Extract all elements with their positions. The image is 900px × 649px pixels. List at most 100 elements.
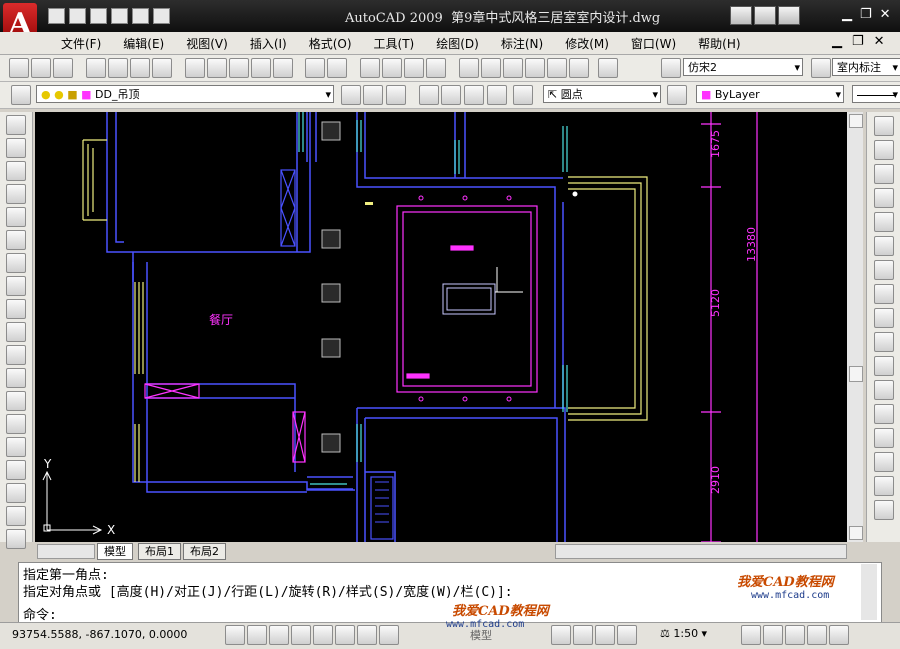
region-icon[interactable] bbox=[6, 483, 26, 503]
auto-scale-icon[interactable] bbox=[763, 625, 783, 645]
undo-icon[interactable] bbox=[132, 8, 149, 24]
minimize-icon[interactable]: ▁ bbox=[842, 7, 852, 22]
cut-icon[interactable] bbox=[184, 58, 205, 78]
redo-icon[interactable] bbox=[153, 8, 170, 24]
erase-icon[interactable] bbox=[874, 116, 894, 136]
block-editor-icon[interactable] bbox=[272, 58, 293, 78]
open-file-icon[interactable] bbox=[69, 8, 86, 24]
tab-model[interactable]: 模型 bbox=[97, 543, 133, 560]
object-snap-tracking-icon[interactable] bbox=[335, 625, 355, 645]
command-scrollbar[interactable] bbox=[861, 564, 877, 620]
ortho-mode-icon[interactable] bbox=[269, 625, 289, 645]
lineweight-select[interactable] bbox=[852, 85, 900, 104]
leader-add-icon[interactable] bbox=[464, 85, 484, 105]
construction-line-icon[interactable] bbox=[6, 138, 26, 158]
command-prompt[interactable]: 命令: bbox=[23, 604, 57, 623]
markup-icon[interactable] bbox=[547, 58, 568, 78]
calculator-icon[interactable] bbox=[569, 58, 590, 78]
3d-dwf-icon[interactable] bbox=[151, 58, 172, 78]
favorites-star-icon[interactable] bbox=[778, 6, 800, 25]
workspace-switching-icon[interactable] bbox=[785, 625, 805, 645]
doc-close-icon[interactable]: ✕ bbox=[874, 34, 885, 49]
make-current-layer-icon[interactable] bbox=[341, 85, 361, 105]
break-icon[interactable] bbox=[874, 404, 894, 424]
extend-icon[interactable] bbox=[874, 356, 894, 376]
object-snap-icon[interactable] bbox=[313, 625, 333, 645]
polyline-icon[interactable] bbox=[6, 161, 26, 181]
text-style-select[interactable]: 仿宋2 bbox=[683, 58, 803, 77]
zoom-status-icon[interactable] bbox=[573, 625, 593, 645]
scroll-up-icon[interactable] bbox=[849, 114, 863, 128]
menu-insert[interactable]: 插入(I) bbox=[239, 35, 298, 52]
dim-style-icon[interactable] bbox=[811, 58, 831, 78]
scroll-thumb[interactable] bbox=[849, 366, 863, 382]
scale-icon[interactable] bbox=[874, 284, 894, 304]
table-icon[interactable] bbox=[6, 506, 26, 526]
array-icon[interactable] bbox=[874, 212, 894, 232]
fillet-icon[interactable] bbox=[874, 476, 894, 496]
menu-view[interactable]: 视图(V) bbox=[175, 35, 239, 52]
steering-wheel-icon[interactable] bbox=[595, 625, 615, 645]
move-icon[interactable] bbox=[874, 236, 894, 256]
layer-previous-icon[interactable] bbox=[363, 85, 383, 105]
help-icon[interactable] bbox=[597, 58, 618, 78]
open-icon[interactable] bbox=[31, 58, 51, 78]
pan-icon[interactable] bbox=[360, 58, 381, 78]
horizontal-scrollbar[interactable] bbox=[555, 544, 847, 559]
copy-object-icon[interactable] bbox=[874, 140, 894, 160]
clean-screen-icon[interactable] bbox=[829, 625, 849, 645]
offset-icon[interactable] bbox=[874, 188, 894, 208]
menu-window[interactable]: 窗口(W) bbox=[620, 35, 687, 52]
text-style-icon[interactable] bbox=[661, 58, 681, 78]
communication-center-icon[interactable] bbox=[754, 6, 776, 25]
undo-toolbar-icon[interactable] bbox=[305, 58, 326, 78]
chamfer-icon[interactable] bbox=[874, 452, 894, 472]
annotation-scale[interactable]: ⚖ 1:50 ▾ bbox=[660, 627, 707, 640]
match-properties-icon[interactable] bbox=[250, 58, 271, 78]
snap-mode-icon[interactable] bbox=[225, 625, 245, 645]
linetype-select[interactable]: ■ ByLayer bbox=[696, 85, 844, 104]
layer-manager-icon[interactable] bbox=[11, 85, 31, 105]
tab-layout2[interactable]: 布局2 bbox=[183, 543, 226, 560]
mirror-icon[interactable] bbox=[874, 164, 894, 184]
menu-file[interactable]: 文件(F) bbox=[50, 35, 112, 52]
redo-toolbar-icon[interactable] bbox=[327, 58, 348, 78]
design-center-icon[interactable] bbox=[481, 58, 502, 78]
zoom-realtime-icon[interactable] bbox=[382, 58, 403, 78]
color-control-icon[interactable] bbox=[667, 85, 687, 105]
close-icon[interactable]: ✕ bbox=[880, 7, 891, 22]
dim-style-select[interactable]: 室内标注 bbox=[832, 58, 900, 77]
publish-icon[interactable] bbox=[129, 58, 150, 78]
ellipse-arc-icon[interactable] bbox=[6, 345, 26, 365]
doc-minimize-icon[interactable]: ▁ bbox=[832, 34, 842, 49]
show-motion-icon[interactable] bbox=[617, 625, 637, 645]
menu-format[interactable]: 格式(O) bbox=[298, 35, 363, 52]
zoom-previous-icon[interactable] bbox=[426, 58, 447, 78]
drawing-canvas[interactable]: 1675 13380 5120 2910 餐厅 X Y bbox=[35, 112, 847, 543]
layer-states-icon[interactable] bbox=[386, 85, 406, 105]
save-file-icon[interactable] bbox=[53, 58, 73, 78]
gradient-icon[interactable] bbox=[6, 460, 26, 480]
trim-icon[interactable] bbox=[874, 332, 894, 352]
hatch-icon[interactable] bbox=[6, 437, 26, 457]
line-icon[interactable] bbox=[6, 115, 26, 135]
polar-tracking-icon[interactable] bbox=[291, 625, 311, 645]
plot-preview-icon[interactable] bbox=[107, 58, 128, 78]
print-icon[interactable] bbox=[111, 8, 128, 24]
pan-status-icon[interactable] bbox=[551, 625, 571, 645]
tab-layout1[interactable]: 布局1 bbox=[138, 543, 181, 560]
menu-draw[interactable]: 绘图(D) bbox=[425, 35, 490, 52]
annotation-visibility-icon[interactable] bbox=[741, 625, 761, 645]
polygon-icon[interactable] bbox=[6, 184, 26, 204]
save-icon[interactable] bbox=[90, 8, 107, 24]
revision-cloud-icon[interactable] bbox=[6, 276, 26, 296]
plot-icon[interactable] bbox=[85, 58, 106, 78]
doc-restore-icon[interactable]: ❐ bbox=[852, 34, 864, 49]
make-block-icon[interactable] bbox=[6, 391, 26, 411]
copy-icon[interactable] bbox=[206, 58, 227, 78]
layer-select[interactable]: ● ● ■ ■ DD_吊顶 bbox=[36, 85, 334, 104]
menu-tools[interactable]: 工具(T) bbox=[363, 35, 426, 52]
ellipse-icon[interactable] bbox=[6, 322, 26, 342]
paste-icon[interactable] bbox=[228, 58, 249, 78]
zoom-window-icon[interactable] bbox=[404, 58, 425, 78]
